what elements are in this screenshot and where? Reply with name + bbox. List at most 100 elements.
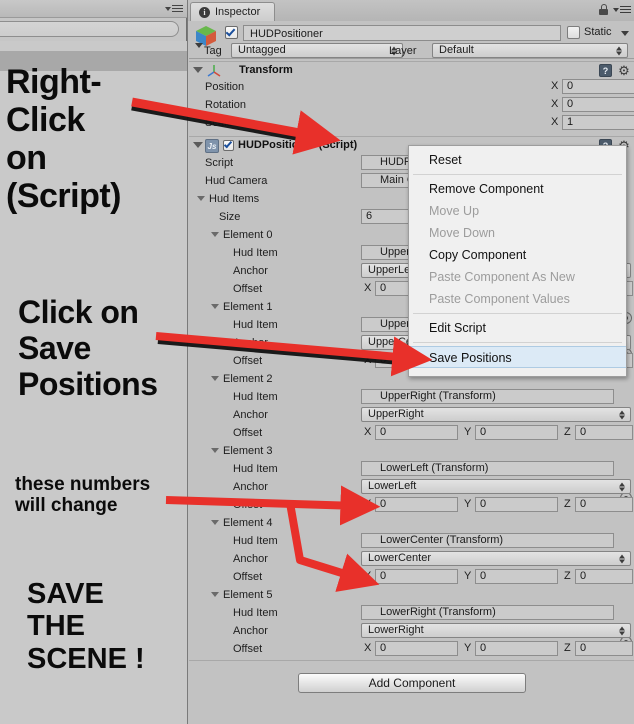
component-context-menu: Reset Remove Component Move Up Move Down… bbox=[408, 145, 627, 377]
element-2-offset-y[interactable]: 0 bbox=[475, 425, 558, 440]
element-0-label: Element 0 bbox=[223, 229, 273, 241]
element-4-offset-z[interactable]: 0 bbox=[575, 569, 633, 584]
element-3-offset-y[interactable]: 0 bbox=[475, 497, 558, 512]
context-menu-item-remove-component[interactable]: Remove Component bbox=[409, 178, 626, 200]
foldout-triangle-icon[interactable] bbox=[211, 232, 219, 237]
help-book-icon[interactable]: ? bbox=[599, 64, 612, 77]
hud-item-label: Hud Item bbox=[233, 463, 278, 475]
element-3-anchor-value: LowerLeft bbox=[368, 480, 417, 492]
element-5-label: Element 5 bbox=[223, 589, 273, 601]
axis-z-label: Z bbox=[564, 642, 571, 654]
hud-camera-label: Hud Camera bbox=[205, 175, 268, 187]
hud-item-label: Hud Item bbox=[233, 247, 278, 259]
axis-z-label: Z bbox=[564, 498, 571, 510]
element-4-huditem-field[interactable]: LowerCenter (Transform) bbox=[361, 533, 614, 548]
element-3-offset-x[interactable]: 0 bbox=[375, 497, 458, 512]
anchor-label: Anchor bbox=[233, 265, 268, 277]
element-4-anchor-value: LowerCenter bbox=[368, 552, 431, 564]
background-search-input[interactable] bbox=[0, 21, 179, 37]
cube-dropdown-arrow-icon[interactable] bbox=[195, 43, 203, 48]
hamburger-menu-icon[interactable] bbox=[617, 6, 631, 15]
context-menu-separator bbox=[413, 174, 622, 175]
foldout-triangle-icon[interactable] bbox=[197, 196, 205, 201]
element-3-label: Element 3 bbox=[223, 445, 273, 457]
anchor-label: Anchor bbox=[233, 553, 268, 565]
element-2-offset-row: Offset X 0 Y 0 Z 0 bbox=[189, 425, 634, 441]
foldout-triangle-icon[interactable] bbox=[211, 592, 219, 597]
offset-label: Offset bbox=[233, 643, 263, 655]
static-checkbox[interactable] bbox=[567, 26, 580, 39]
position-x-input[interactable]: 0 bbox=[562, 79, 634, 94]
object-name-input[interactable]: HUDPositioner bbox=[243, 25, 561, 41]
background-panel-strip bbox=[0, 41, 187, 52]
element-2-anchor-dropdown[interactable]: UpperRight bbox=[361, 407, 631, 422]
transform-component-header[interactable]: Transform ? ⚙ bbox=[189, 61, 634, 79]
object-header: HUDPositioner Static Tag Untagged Layer … bbox=[189, 21, 634, 59]
background-panel-toolbar bbox=[0, 0, 187, 18]
dropdown-arrows-icon bbox=[619, 553, 626, 564]
axis-y-label: Y bbox=[464, 642, 472, 654]
gear-icon[interactable]: ⚙ bbox=[618, 64, 630, 77]
add-component-button[interactable]: Add Component bbox=[298, 673, 526, 693]
element-2-offset-x[interactable]: 0 bbox=[375, 425, 458, 440]
foldout-triangle-icon[interactable] bbox=[211, 448, 219, 453]
element-3-huditem-field[interactable]: LowerLeft (Transform) bbox=[361, 461, 614, 476]
context-menu-item-edit-script[interactable]: Edit Script bbox=[409, 317, 626, 339]
element-5-foldout-row[interactable]: Element 5 bbox=[189, 587, 634, 603]
element-3-offset-z[interactable]: 0 bbox=[575, 497, 633, 512]
rotation-x-input[interactable]: 0 bbox=[562, 97, 634, 112]
annotation-save-scene: SAVE THE SCENE ! bbox=[27, 578, 145, 675]
element-3-foldout-row[interactable]: Element 3 bbox=[189, 443, 634, 459]
tag-dropdown[interactable]: Untagged bbox=[231, 43, 403, 58]
element-2-offset-z[interactable]: 0 bbox=[575, 425, 633, 440]
element-4-anchor-dropdown[interactable]: LowerCenter bbox=[361, 551, 631, 566]
static-dropdown-arrow-icon[interactable] bbox=[621, 31, 629, 36]
hud-items-label: Hud Items bbox=[209, 193, 260, 205]
context-menu-item-move-up: Move Up bbox=[429, 204, 480, 218]
anchor-label: Anchor bbox=[233, 337, 268, 349]
element-3-anchor-dropdown[interactable]: LowerLeft bbox=[361, 479, 631, 494]
foldout-triangle-icon[interactable] bbox=[211, 376, 219, 381]
transform-title: Transform bbox=[239, 64, 293, 76]
anchor-label: Anchor bbox=[233, 481, 268, 493]
axis-y-label: Y bbox=[464, 498, 472, 510]
axis-x-label: X bbox=[551, 80, 559, 92]
axis-x-label: X bbox=[551, 116, 559, 128]
offset-label: Offset bbox=[233, 499, 263, 511]
lock-icon[interactable] bbox=[599, 4, 608, 15]
transform-scale-row: Scale X 1 Y 1 Z 1 bbox=[189, 115, 634, 131]
tag-label: Tag bbox=[204, 45, 222, 57]
tag-value: Untagged bbox=[238, 44, 286, 56]
layer-dropdown[interactable]: Default bbox=[432, 43, 628, 58]
tab-inspector[interactable]: i Inspector bbox=[190, 2, 276, 21]
scale-x-input[interactable]: 1 bbox=[562, 115, 634, 130]
element-5-offset-x[interactable]: 0 bbox=[375, 641, 458, 656]
hamburger-menu-icon[interactable] bbox=[169, 5, 183, 14]
element-2-huditem-field[interactable]: UpperRight (Transform) bbox=[361, 389, 614, 404]
script-enabled-checkbox[interactable] bbox=[223, 139, 234, 151]
foldout-triangle-icon[interactable] bbox=[211, 520, 219, 525]
axis-x-label: X bbox=[364, 570, 372, 582]
inspector-tab-bar: i Inspector bbox=[188, 0, 634, 21]
object-enabled-checkbox[interactable] bbox=[225, 26, 238, 39]
element-4-offset-x[interactable]: 0 bbox=[375, 569, 458, 584]
element-5-offset-y[interactable]: 0 bbox=[475, 641, 558, 656]
foldout-triangle-icon[interactable] bbox=[193, 142, 203, 148]
context-menu-item-save-positions[interactable]: Save Positions bbox=[409, 346, 626, 368]
element-4-offset-y[interactable]: 0 bbox=[475, 569, 558, 584]
element-5-huditem-field[interactable]: LowerRight (Transform) bbox=[361, 605, 614, 620]
axis-x-label: X bbox=[364, 642, 372, 654]
anchor-label: Anchor bbox=[233, 625, 268, 637]
element-2-huditem-row: Hud Item UpperRight (Transform) bbox=[189, 389, 634, 405]
element-5-huditem-row: Hud Item LowerRight (Transform) bbox=[189, 605, 634, 621]
context-menu-item-copy-component[interactable]: Copy Component bbox=[409, 244, 626, 266]
dropdown-arrows-icon bbox=[619, 625, 626, 636]
element-4-foldout-row[interactable]: Element 4 bbox=[189, 515, 634, 531]
context-menu-item-reset[interactable]: Reset bbox=[409, 149, 626, 171]
foldout-triangle-icon[interactable] bbox=[211, 304, 219, 309]
static-label: Static bbox=[584, 26, 612, 38]
transform-position-row: Position X 0 Y 0 Z 0 bbox=[189, 79, 634, 95]
element-5-anchor-dropdown[interactable]: LowerRight bbox=[361, 623, 631, 638]
foldout-triangle-icon[interactable] bbox=[193, 67, 203, 73]
element-5-offset-z[interactable]: 0 bbox=[575, 641, 633, 656]
